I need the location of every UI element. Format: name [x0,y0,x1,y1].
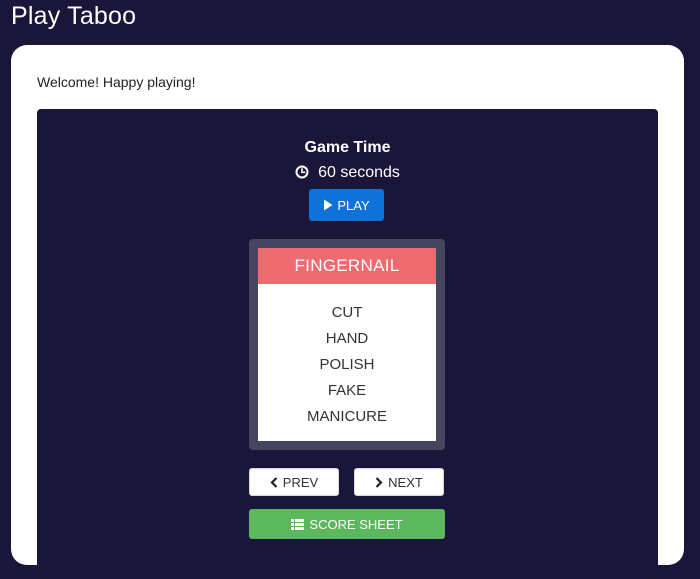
clock-icon [295,165,309,179]
taboo-card-frame: FINGERNAIL CUT HAND POLISH FAKE MANICURE [249,239,445,450]
forbidden-word: FAKE [327,382,367,399]
play-button-label: PLAY [337,197,370,213]
forbidden-words-list: CUT HAND POLISH FAKE MANICURE [258,284,436,430]
play-button[interactable]: PLAY [309,189,384,221]
forbidden-word: HAND [325,330,369,347]
next-button-label: NEXT [388,474,423,490]
next-button[interactable]: NEXT [354,468,444,496]
main-card: Welcome! Happy playing! Game Time 60 sec… [11,45,684,579]
table-icon [291,518,305,530]
play-icon [324,199,333,211]
app-title: Play Taboo [11,2,137,30]
game-panel: Game Time 60 seconds PLAY FINGERNAIL CUT… [37,109,658,579]
forbidden-word: CUT [331,304,363,321]
game-time-title: Game Time [304,139,391,156]
forbidden-word: MANICURE [306,408,387,425]
chevron-right-icon [375,476,383,488]
taboo-word: FINGERNAIL [258,248,436,284]
prev-button-label: PREV [282,474,319,490]
score-sheet-button-label: SCORE SHEET [309,516,403,532]
welcome-message: Welcome! Happy playing! [37,74,196,90]
game-time-value-row: 60 seconds [37,164,658,182]
game-time-value: 60 seconds [318,164,400,181]
score-sheet-button[interactable]: SCORE SHEET [249,509,445,539]
taboo-card: FINGERNAIL CUT HAND POLISH FAKE MANICURE [258,248,436,441]
forbidden-word: POLISH [319,356,375,373]
chevron-left-icon [270,476,278,488]
prev-button[interactable]: PREV [249,468,339,496]
